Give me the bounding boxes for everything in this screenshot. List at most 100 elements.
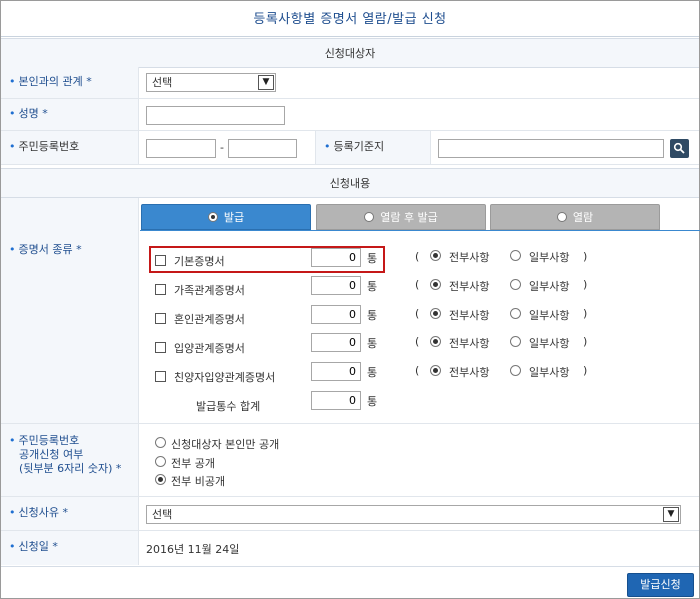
name-label: • 성명 * (1, 99, 139, 130)
disclosure-radio-all[interactable] (155, 456, 166, 467)
unit-text: 통 (367, 395, 378, 408)
section-header-target: 신청대상자 (1, 38, 699, 68)
disclosure-row: • 주민등록번호 공개신청 여부 (뒷부분 6자리 숫자) * (1, 424, 699, 497)
reason-select-value: 선택 (152, 508, 173, 521)
unit-text: 통 (367, 337, 378, 350)
unit-text: 통 (367, 366, 378, 379)
total-count-input (311, 391, 361, 410)
radio-part[interactable] (510, 250, 521, 261)
radio-all[interactable] (430, 250, 441, 261)
radio-part[interactable] (510, 336, 521, 347)
total-label: 발급통수 합계 (196, 400, 261, 413)
tabs-label-cell (1, 198, 139, 231)
unit-text: 통 (367, 280, 378, 293)
paren-open: ( (415, 278, 420, 291)
relation-row: • 본인과의 관계 * 선택 ▼ (1, 67, 699, 99)
all-label: 전부사항 (449, 251, 490, 264)
relation-select[interactable]: 선택 ▼ (146, 73, 276, 92)
paren-close: ) (583, 278, 588, 291)
paren-close: ) (583, 364, 588, 377)
part-label: 일부사항 (529, 280, 570, 293)
part-label: 일부사항 (529, 366, 570, 379)
cert-name: 가족관계증명서 (174, 284, 245, 297)
rrn-front-input[interactable] (146, 139, 216, 158)
section-header-content: 신청내용 (1, 168, 699, 198)
chevron-down-icon: ▼ (663, 507, 679, 522)
paren-open: ( (415, 364, 420, 377)
rrn-row: • 주민등록번호 - • 등록기준지 (1, 131, 699, 165)
relation-label: • 본인과의 관계 * (1, 67, 139, 98)
radio-part[interactable] (510, 279, 521, 290)
rrn-label: • 주민등록번호 (1, 131, 139, 164)
cert-checkbox-full-adoption[interactable] (155, 371, 166, 382)
paren-close: ) (583, 250, 588, 263)
paren-close: ) (583, 307, 588, 320)
disclosure-option: 신청대상자 본인만 공개 (171, 438, 280, 451)
radio-all[interactable] (430, 336, 441, 347)
cert-count-input[interactable] (311, 333, 361, 352)
cert-checkbox-marriage[interactable] (155, 313, 166, 324)
cert-checkbox-family[interactable] (155, 284, 166, 295)
all-label: 전부사항 (449, 309, 490, 322)
paren-open: ( (415, 335, 420, 348)
radio-all[interactable] (430, 308, 441, 319)
unit-text: 통 (367, 309, 378, 322)
search-button[interactable] (670, 139, 689, 158)
radio-off-icon (364, 212, 375, 222)
cert-count-input[interactable] (311, 276, 361, 295)
radio-all[interactable] (430, 365, 441, 376)
radio-off-icon (556, 212, 567, 222)
rrn-dash: - (220, 141, 224, 154)
cert-count-input[interactable] (311, 248, 361, 267)
cert-name: 친양자입양관계증명서 (174, 371, 276, 384)
cert-checkbox-basic[interactable] (155, 255, 166, 266)
chevron-down-icon: ▼ (258, 75, 274, 90)
part-label: 일부사항 (529, 337, 570, 350)
unit-text: 통 (367, 252, 378, 265)
paren-open: ( (415, 307, 420, 320)
reason-select[interactable]: 선택 ▼ (146, 505, 681, 524)
submit-button[interactable]: 발급신청 (627, 573, 694, 597)
all-label: 전부사항 (449, 337, 490, 350)
disclosure-label: • 주민등록번호 공개신청 여부 (뒷부분 6자리 숫자) * (1, 424, 139, 496)
cert-count-input[interactable] (311, 305, 361, 324)
application-form: 등록사항별 증명서 열람/발급 신청 신청대상자 • 본인과의 관계 * 선택 ▼… (0, 0, 700, 599)
all-label: 전부사항 (449, 366, 490, 379)
date-label: • 신청일 * (1, 531, 139, 565)
cert-name: 기본증명서 (174, 255, 225, 268)
rrn-back-input[interactable] (228, 139, 297, 158)
divider (1, 566, 699, 567)
disclosure-radio-self[interactable] (155, 437, 166, 448)
base-place-label: • 등록기준지 (315, 131, 431, 164)
all-label: 전부사항 (449, 280, 490, 293)
tab-view-then-issue[interactable]: 열람 후 발급 (316, 204, 486, 230)
radio-part[interactable] (510, 365, 521, 376)
date-value: 2016년 11월 24일 (146, 543, 240, 556)
name-row: • 성명 * (1, 99, 699, 131)
name-input[interactable] (146, 106, 285, 125)
reason-label: • 신청사유 * (1, 497, 139, 530)
cert-count-input[interactable] (311, 362, 361, 381)
date-row: • 신청일 * 2016년 11월 24일 (1, 531, 699, 565)
cert-checkbox-adoption[interactable] (155, 342, 166, 353)
radio-all[interactable] (430, 279, 441, 290)
disclosure-option: 전부 비공개 (171, 475, 226, 488)
part-label: 일부사항 (529, 309, 570, 322)
cert-name: 입양관계증명서 (174, 342, 245, 355)
tab-issue[interactable]: 발급 (141, 204, 311, 230)
relation-select-value: 선택 (152, 76, 173, 89)
part-label: 일부사항 (529, 251, 570, 264)
cert-name: 혼인관계증명서 (174, 313, 245, 326)
paren-open: ( (415, 250, 420, 263)
radio-on-icon (207, 212, 218, 222)
radio-part[interactable] (510, 308, 521, 319)
paren-close: ) (583, 335, 588, 348)
base-place-input[interactable] (438, 139, 664, 158)
page-title: 등록사항별 증명서 열람/발급 신청 (1, 1, 699, 37)
tab-view[interactable]: 열람 (490, 204, 660, 230)
reason-row: • 신청사유 * 선택 ▼ (1, 497, 699, 531)
search-icon (673, 142, 685, 154)
disclosure-radio-none[interactable] (155, 474, 166, 485)
cert-label: • 증명서 종류 * (1, 231, 139, 423)
disclosure-option: 전부 공개 (171, 457, 215, 470)
